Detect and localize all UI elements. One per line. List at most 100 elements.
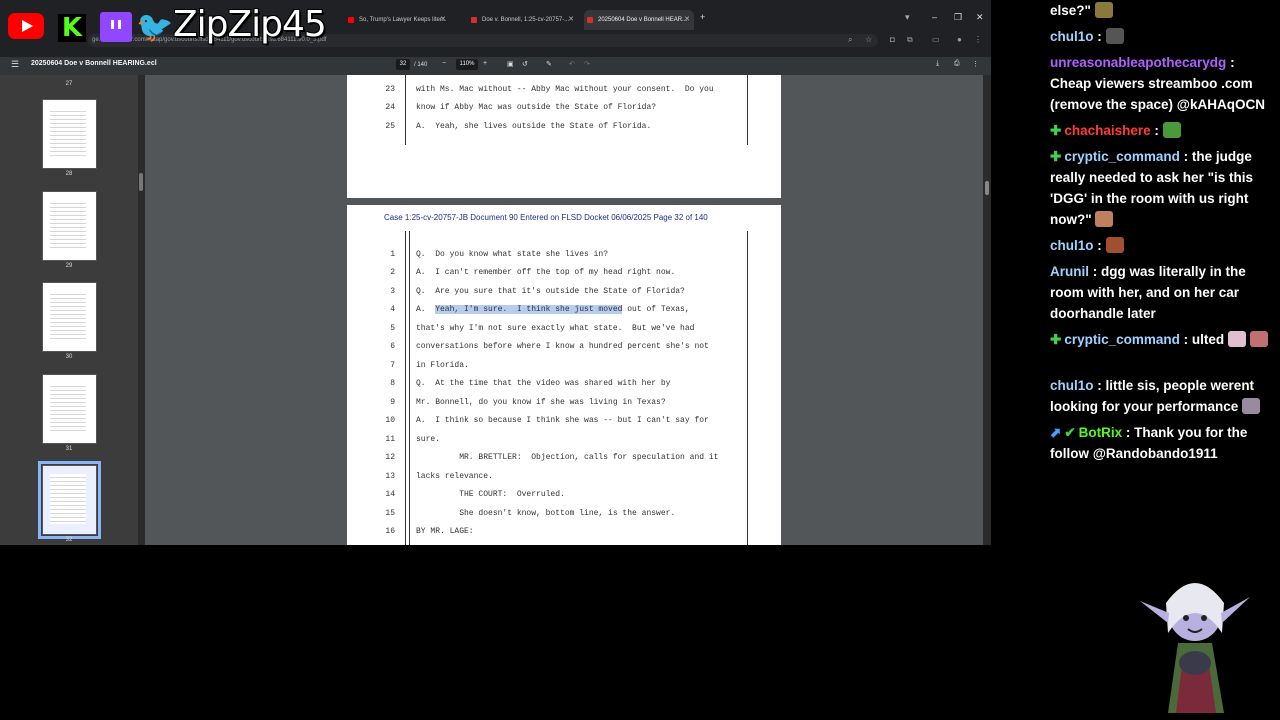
zoom-input[interactable]: 110%: [456, 59, 478, 70]
chat-username[interactable]: Arunil: [1050, 264, 1089, 279]
transcript-line: A. I can't remember off the top of my he…: [416, 268, 676, 277]
sidebar-scrollbar[interactable]: [138, 75, 145, 545]
redo-icon[interactable]: ↷: [584, 60, 590, 68]
chat-username[interactable]: chachaishere: [1064, 123, 1150, 138]
tab-label: Doe v. Bonnell, 1:25-cv-20757-...: [482, 17, 570, 23]
profile-icon[interactable]: ●: [957, 35, 962, 44]
annotate-pen-icon[interactable]: ✎: [546, 60, 552, 68]
zoom-in-button[interactable]: +: [483, 60, 487, 67]
close-tab-icon[interactable]: ✕: [684, 10, 690, 30]
line-number: 23: [385, 85, 395, 94]
sub-badge-icon: ✚: [1050, 149, 1062, 164]
pdf-title: 20250604 Doe v Bonnell HEARING.ecl: [31, 60, 157, 67]
fit-page-icon[interactable]: ▣: [507, 60, 514, 68]
browser-menu-icon[interactable]: ⋮: [974, 35, 982, 44]
transcript-line-highlighted[interactable]: A. Yeah, I'm sure. I think she just move…: [416, 305, 690, 314]
transcript-line: in Florida.: [416, 361, 469, 370]
kick-logo-icon: K: [58, 14, 86, 42]
sidepanel-icon[interactable]: ▭: [932, 35, 940, 44]
tab-search-icon[interactable]: ▾: [905, 12, 910, 23]
close-tab-icon[interactable]: ✕: [440, 10, 446, 30]
line-number: 11: [385, 435, 395, 444]
pdf-menu-icon[interactable]: ☰: [11, 59, 19, 70]
extensions-puzzle-icon[interactable]: ⧉: [907, 35, 913, 45]
maximize-button[interactable]: ❐: [954, 12, 962, 23]
transcript-line: with Ms. Mac without -- Abby Mac without…: [416, 85, 714, 94]
new-tab-button[interactable]: +: [700, 12, 705, 22]
twitch-logo-icon: [100, 12, 132, 42]
line-number: 13: [385, 472, 395, 481]
zoom-value: 110%: [459, 61, 475, 67]
chat-username[interactable]: BotRix: [1079, 425, 1123, 440]
thumbnail-number: 28: [65, 171, 73, 177]
pdf-document-area: 23 with Ms. Mac without -- Abby Mac with…: [145, 75, 983, 545]
line-number: 12: [385, 453, 395, 462]
line-number: 25: [385, 122, 395, 131]
emote-icon: [1095, 211, 1114, 227]
page-thumbnail[interactable]: [42, 282, 97, 352]
thumbnail-number: 31: [65, 446, 73, 452]
selected-text[interactable]: Yeah, I'm sure. I think she just moved: [435, 305, 623, 314]
line-number: 5: [390, 324, 395, 333]
emote-icon: [1242, 398, 1261, 414]
tab-hearing-pdf[interactable]: 20250604 Doe v Bonnell HEAR... ✕: [584, 10, 694, 30]
zoom-out-button[interactable]: −: [442, 60, 446, 67]
emote-icon: [1105, 28, 1124, 44]
chat-message: else?": [1050, 0, 1276, 21]
minimize-button[interactable]: –: [932, 12, 937, 22]
page-total: / 140: [414, 62, 428, 68]
document-scrollbar[interactable]: [983, 75, 991, 545]
pdf-more-icon[interactable]: ⋮: [972, 60, 979, 68]
twitter-bird-icon: 🐦: [136, 11, 174, 44]
extension-icon[interactable]: ◘: [890, 35, 895, 44]
emote-icon: [1094, 2, 1113, 18]
rotate-icon[interactable]: ↺: [522, 60, 528, 68]
chat-username[interactable]: chul1o: [1050, 238, 1094, 253]
close-window-button[interactable]: ✕: [976, 12, 984, 23]
pdf-page-31: 23 with Ms. Mac without -- Abby Mac with…: [347, 75, 781, 198]
youtube-logo-icon: [8, 13, 44, 39]
line-number: 4: [390, 305, 395, 314]
transcript-line: MR. BRETTLER: Objection, calls for specu…: [416, 453, 719, 462]
bookmark-star-icon[interactable]: ☆: [865, 35, 872, 44]
chat-message: ⬈ ✔ BotRix : Thank you for the follow @Ran…: [1050, 422, 1276, 464]
chat-text: ulted: [1191, 332, 1225, 347]
case-header: Case 1:25-cv-20757-JB Document 90 Entere…: [384, 213, 708, 222]
line-number: 6: [390, 342, 395, 351]
print-icon[interactable]: ⎙: [954, 60, 960, 68]
line-number: 10: [385, 416, 395, 425]
transcript-line: know if Abby Mac was outside the State o…: [416, 103, 657, 112]
page-thumbnail-selected[interactable]: [38, 461, 101, 539]
chat-message: chul1o : little sis, people werent looki…: [1050, 375, 1276, 417]
pdf-favicon-icon: [471, 17, 477, 23]
chat-message: chul1o :: [1050, 26, 1276, 47]
line-number: 16: [385, 527, 395, 536]
tab-youtube-video[interactable]: So, Trump's Lawyer Keeps liter... ✕: [345, 10, 450, 30]
page-number-input[interactable]: 32: [396, 59, 410, 70]
chat-username[interactable]: chul1o: [1050, 378, 1094, 393]
tab-courtlistener-docket[interactable]: Doe v. Bonnell, 1:25-cv-20757-... ✕: [468, 10, 578, 30]
chat-message: ✚ cryptic_command : the judge really need…: [1050, 146, 1276, 230]
chat-username[interactable]: unreasonableapothecarydg: [1050, 55, 1226, 70]
page-thumbnail[interactable]: [42, 191, 97, 261]
emote-icon: [1227, 331, 1246, 347]
close-tab-icon[interactable]: ✕: [568, 10, 574, 30]
line-number: 9: [390, 398, 395, 407]
chat-message: unreasonableapothecarydg : Cheap viewers…: [1050, 55, 1265, 112]
transcript-line: that's why I'm not sure exactly what sta…: [416, 324, 695, 333]
chat-username[interactable]: chul1o: [1050, 29, 1094, 44]
page-thumbnail[interactable]: [42, 374, 97, 444]
zoom-icon[interactable]: ⌕: [848, 35, 852, 45]
chat-text: else?": [1050, 3, 1091, 18]
chat-username[interactable]: cryptic_command: [1064, 332, 1180, 347]
transcript-line: Mr. Bonnell, do you know if she was livi…: [416, 398, 666, 407]
transcript-line: BY MR. LAGE:: [416, 527, 474, 536]
streamer-avatar: [1140, 583, 1250, 713]
download-icon[interactable]: ⤓: [936, 60, 939, 68]
undo-icon[interactable]: ↶: [569, 60, 575, 68]
chat-username[interactable]: cryptic_command: [1064, 149, 1180, 164]
page-thumbnail[interactable]: [42, 99, 97, 169]
pdf-favicon-icon: [587, 17, 593, 23]
youtube-favicon-icon: [348, 17, 354, 23]
browser-window: So, Trump's Lawyer Keeps liter... ✕ Doe …: [0, 0, 991, 545]
